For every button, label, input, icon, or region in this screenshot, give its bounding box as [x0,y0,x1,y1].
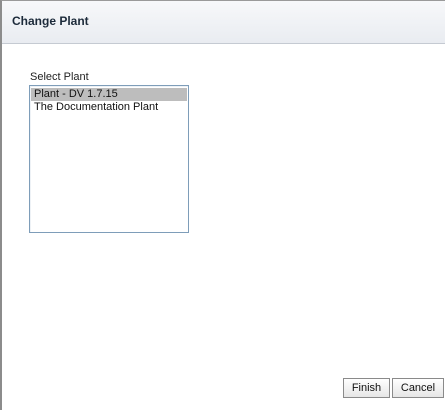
select-plant-label: Select Plant [30,71,89,83]
list-item-documentation-plant[interactable]: The Documentation Plant [31,101,187,114]
change-plant-dialog: Change Plant Select Plant Plant - DV 1.7… [0,0,445,410]
finish-button[interactable]: Finish [343,378,390,398]
list-item-plant-dv[interactable]: Plant - DV 1.7.15 [31,88,187,101]
dialog-title: Change Plant [12,14,89,28]
dialog-title-bar[interactable]: Change Plant [2,1,445,44]
cancel-button[interactable]: Cancel [392,378,444,398]
plant-listbox[interactable]: Plant - DV 1.7.15 The Documentation Plan… [29,85,189,233]
